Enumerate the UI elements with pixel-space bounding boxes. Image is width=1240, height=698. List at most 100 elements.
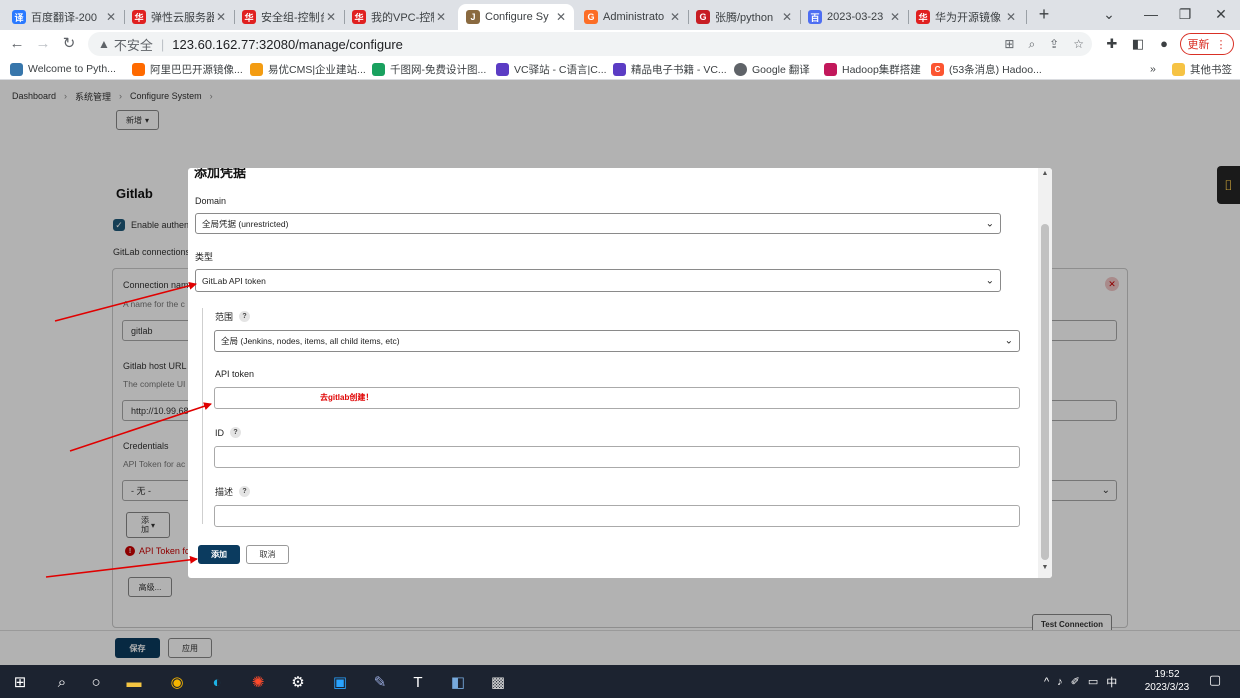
browser-tab-ecs[interactable]: 华 弹性云服务器 ✕ [124,4,234,30]
help-icon[interactable]: ? [239,311,251,322]
app-image-icon[interactable]: ▩ [486,670,510,694]
cancel-button[interactable]: 取消 [246,545,289,564]
chevron-down-icon: ⌄ [985,275,994,286]
url-text[interactable]: 123.60.162.77:32080/manage/configure [172,37,403,52]
browser-tab-date[interactable]: 百 2023-03-23 ✕ [800,4,908,30]
clock[interactable]: 19:52 2023/3/23 [1142,668,1192,694]
close-icon[interactable]: ✕ [554,10,568,24]
scope-label-text: 范围 [215,312,234,322]
browser-tab-vpc[interactable]: 华 我的VPC-控制 ✕ [344,4,454,30]
extensions-icon[interactable]: ✚ [1102,34,1122,54]
side-widget-icon[interactable]: ⌷ [1217,166,1240,204]
kind-select[interactable]: GitLab API token ⌄ [195,269,1001,292]
reload-icon[interactable]: ↻ [58,33,80,55]
translate-page-icon[interactable]: ⊞ [1004,37,1014,51]
app-pen-icon[interactable]: ✎ [368,670,392,694]
close-icon[interactable]: ✕ [1004,10,1018,24]
windows-start-icon[interactable]: ⊞ [8,670,32,694]
battery-icon[interactable]: ▭ [1088,675,1098,688]
minimize-icon[interactable]: — [1136,3,1166,25]
browser-tab-security-group[interactable]: 华 安全组-控制台 ✕ [234,4,344,30]
id-input[interactable] [214,446,1020,468]
close-icon[interactable]: ✕ [668,10,682,24]
help-icon[interactable]: ? [230,427,241,438]
warning-icon[interactable]: ▲ [98,37,110,51]
pen-icon[interactable]: ✐ [1071,675,1080,688]
description-input[interactable] [214,505,1020,527]
browser-tab-gitlab-admin[interactable]: G Administrato ✕ [576,4,688,30]
bookmark-ebooks[interactable]: 精品电子书籍 - VC... [613,61,727,77]
bookmark-star-icon[interactable]: ☆ [1073,37,1084,51]
bookmark-eyoucms[interactable]: 易优CMS|企业建站... [250,61,366,77]
scrollbar-thumb[interactable] [1041,224,1049,560]
search-icon[interactable]: ⌕ [50,670,74,694]
bookmark-csdn[interactable]: C (53条消息) Hadoo... [931,61,1042,77]
bookmark-qiantu[interactable]: 千图网-免费设计图... [372,61,486,77]
tab-label: Configure Sy [485,11,549,23]
huawei-icon: 华 [916,10,930,24]
bookmark-aliyun[interactable]: 阿里巴巴开源镜像... [132,61,243,77]
close-icon[interactable]: ✕ [888,10,902,24]
update-button[interactable]: 更新 ⋮ [1180,33,1234,55]
bookmark-vc-station[interactable]: VC驿站 - C语言|C... [496,61,607,77]
close-icon[interactable]: ✕ [324,10,338,24]
settings-gear-icon[interactable]: ⚙ [286,670,310,694]
other-bookmarks[interactable]: 其他书签 [1172,61,1232,77]
chrome-icon[interactable]: ◉ [165,670,189,694]
bookmark-label: 阿里巴巴开源镜像... [150,63,243,76]
browser-tab-baidu-translate[interactable]: 译 百度翻译-200 ✕ [4,4,124,30]
tab-label: 我的VPC-控制 [371,12,434,24]
jenkins-icon: J [466,10,480,24]
add-button[interactable]: 添加 [198,545,240,564]
scope-select[interactable]: 全局 (Jenkins, nodes, items, all child ite… [214,330,1020,352]
tab-search-icon[interactable]: ⌄ [1094,3,1124,25]
chevron-down-icon: ⌄ [1004,335,1013,347]
edge-icon[interactable]: ◐ [205,670,229,694]
restore-icon[interactable]: ❐ [1170,3,1200,25]
forward-icon[interactable]: → [32,33,54,55]
close-icon[interactable]: ✕ [104,10,118,24]
bookmark-google-translate[interactable]: Google 翻译 [734,61,810,77]
help-icon[interactable]: ? [239,486,251,497]
scroll-up-icon[interactable]: ▲ [1038,170,1052,182]
bookmark-label: 精品电子书籍 - VC... [631,63,727,76]
share-icon[interactable]: ⇪ [1049,37,1059,51]
scroll-down-icon[interactable]: ▼ [1038,564,1052,576]
app-window-icon[interactable]: ▣ [328,670,352,694]
app-swirl-icon[interactable]: ✺ [246,670,270,694]
address-divider: | [160,36,165,52]
kind-label-text: 类型 [195,252,214,262]
globe-icon [734,62,747,76]
bookmark-python[interactable]: Welcome to Pyth... [10,61,116,77]
file-explorer-icon[interactable]: ▬ [122,670,146,694]
browser-tab-gitee-python[interactable]: G 张腾/python ✕ [688,4,800,30]
dialog-scrollbar[interactable]: ▲ ▼ [1038,168,1052,578]
vc-icon [496,62,509,76]
chevron-up-icon[interactable]: ^ [1044,676,1049,688]
ime-indicator[interactable]: 中 [1106,674,1117,690]
volume-icon[interactable]: ♪ [1057,676,1063,688]
bookmark-hadoop[interactable]: Hadoop集群搭建 [824,61,921,77]
back-icon[interactable]: ← [6,33,28,55]
vc-icon [613,62,626,76]
close-window-icon[interactable]: ✕ [1206,3,1236,25]
insecure-label[interactable]: 不安全 [114,35,153,54]
bookmarks-overflow-icon[interactable]: » [1150,61,1156,77]
close-icon[interactable]: ✕ [214,10,228,24]
browser-tab-configure-system[interactable]: J Configure Sy ✕ [458,4,574,30]
app-screenshot-icon[interactable]: ◧ [446,670,470,694]
profile-avatar-icon[interactable]: ● [1154,34,1174,54]
notification-icon[interactable]: ▢ [1206,672,1224,690]
feather-icon [824,62,837,76]
task-view-icon[interactable]: ○ [84,670,108,694]
side-panel-icon[interactable]: ◧ [1128,34,1148,54]
huawei-icon: 华 [352,10,366,24]
browser-tab-huawei-mirror[interactable]: 华 华为开源镜像 ✕ [908,4,1024,30]
new-tab-button[interactable]: + [1033,4,1055,24]
address-bar[interactable]: ▲ 不安全 | 123.60.162.77:32080/manage/confi… [88,32,1092,56]
close-icon[interactable]: ✕ [780,10,794,24]
domain-select[interactable]: 全局凭据 (unrestricted) ⌄ [195,213,1001,234]
zoom-icon[interactable]: ⌕ [1028,37,1035,52]
close-icon[interactable]: ✕ [434,10,448,24]
typora-icon[interactable]: T [406,670,430,694]
